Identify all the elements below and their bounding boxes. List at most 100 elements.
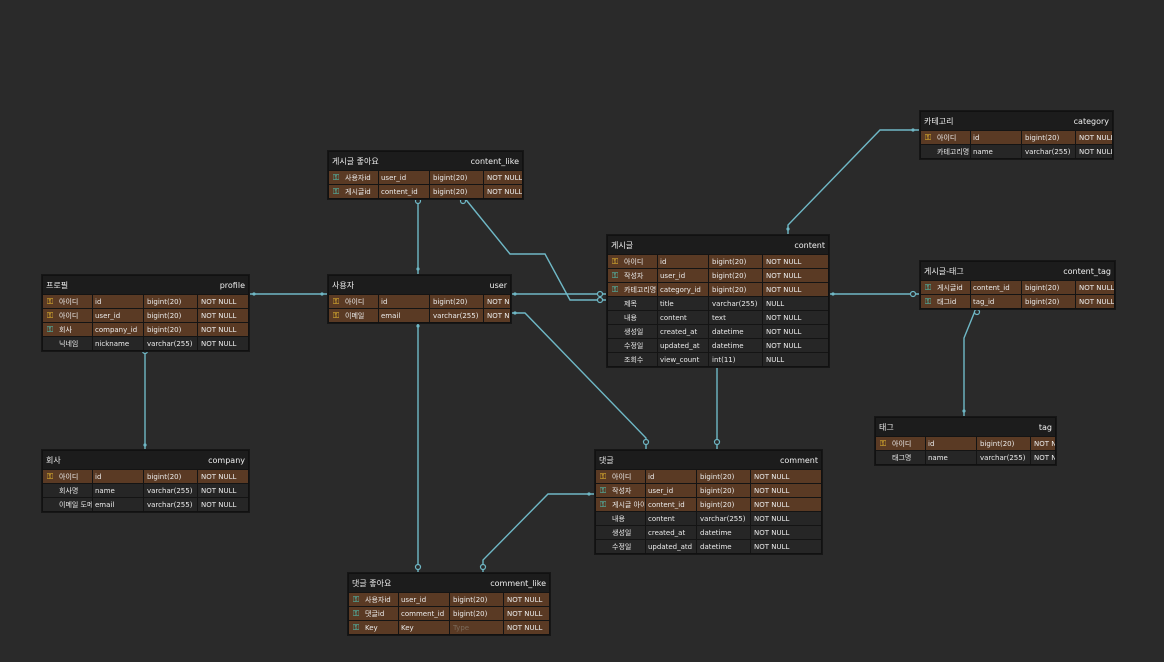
relation-many-marker: [596, 290, 604, 298]
table-row[interactable]: ⚿ 아이디 idbigint(20)NOT NULL: [329, 294, 510, 308]
table-row[interactable]: ⚿ 게시글id content_id bigint(20) NOT NULL: [921, 280, 1114, 294]
table-row[interactable]: 태그명 namevarchar(255)NOT NULL: [876, 450, 1055, 464]
table-header[interactable]: 사용자 user: [329, 276, 510, 294]
table-content_like[interactable]: 게시글 좋아요 content_like ⚿ 사용자id user_id bigint(2…: [328, 151, 523, 199]
column-type: bigint(20): [708, 269, 762, 282]
column-type: varchar(255): [1021, 145, 1075, 158]
primary-key-icon: ⚿: [611, 256, 619, 266]
table-row[interactable]: ⚿ 아이디 user_id bigint(20) NOT NULL: [43, 308, 248, 322]
table-row[interactable]: 회사명 name varchar(255) NOT NULL: [43, 483, 248, 497]
table-category[interactable]: 카테고리 category ⚿ 아이디 id bigint(20) NOT NULL 카테고리…: [920, 111, 1113, 159]
column-type: bigint(20): [1021, 281, 1075, 294]
table-content_tag[interactable]: 게시글-태그 content_tag ⚿ 게시글id content_id bigint(…: [920, 261, 1115, 309]
table-physical-name: user: [489, 280, 507, 290]
column-type: Type: [449, 621, 503, 634]
table-header[interactable]: 회사 company: [43, 451, 248, 469]
table-row[interactable]: ⚿ 작성자 user_id bigint(20) NOT NULL: [596, 483, 821, 497]
table-header[interactable]: 댓글 comment: [596, 451, 821, 469]
table-profile[interactable]: 프로필 profile ⚿ 아이디 id bigint(20) NOT NULL ⚿ 아이디 us…: [42, 275, 249, 351]
table-comment_like[interactable]: 댓글 좋아요 comment_like ⚿ 사용자id user_id bigint(20…: [348, 573, 550, 635]
column-option: NOT NULL: [762, 283, 828, 296]
table-header[interactable]: 태그 tag: [876, 418, 1055, 436]
empty-icon-cell: [596, 512, 610, 525]
column-type: bigint(20): [696, 498, 750, 511]
column-option: NOT NULL: [750, 526, 821, 539]
table-row[interactable]: ⚿ 카테고리명 category_id bigint(20) NOT NULL: [608, 282, 828, 296]
column-logical-name: 회사: [59, 325, 72, 334]
relation-many-marker: [909, 290, 917, 298]
table-row[interactable]: 닉네임 nickname varchar(255) NOT NULL: [43, 336, 248, 350]
table-row[interactable]: 조회수 view_count int(11) NULL: [608, 352, 828, 366]
table-row[interactable]: 수정일 updated_at datetime NOT NULL: [608, 338, 828, 352]
column-option: NOT NULL: [483, 171, 522, 184]
table-row[interactable]: ⚿ 태그id tag_id bigint(20) NOT NULL: [921, 294, 1114, 308]
table-row[interactable]: ⚿ 아이디 idbigint(20)NOT NULL: [876, 436, 1055, 450]
table-row[interactable]: ⚿ 회사 company_id bigint(20) NOT NULL: [43, 322, 248, 336]
table-header[interactable]: 댓글 좋아요 comment_like: [349, 574, 549, 592]
table-comment[interactable]: 댓글 comment ⚿ 아이디 id bigint(20) NOT NULL ⚿ 작성자 use…: [595, 450, 822, 554]
relation-one-marker: [513, 292, 517, 296]
table-row[interactable]: 카테고리명 name varchar(255) NOT NULL: [921, 144, 1112, 158]
column-logical-name: 생성일: [612, 528, 632, 537]
table-row[interactable]: ⚿ 이메일 emailvarchar(255)NOT NULL: [329, 308, 510, 322]
column-option: NOT NULL: [1030, 437, 1055, 450]
table-content[interactable]: 게시글 content ⚿ 아이디 id bigint(20) NOT NULL ⚿ 작성자 us…: [607, 235, 829, 367]
table-header[interactable]: 카테고리 category: [921, 112, 1112, 130]
column-logical-name: 조회수: [624, 355, 644, 364]
edge-category-content[interactable]: [787, 129, 920, 235]
table-header[interactable]: 게시글 content: [608, 236, 828, 254]
table-row[interactable]: ⚿ 댓글id comment_id bigint(20) NOT NULL: [349, 606, 549, 620]
table-row[interactable]: ⚿ Key Key Type NOT NULL: [349, 620, 549, 634]
table-row[interactable]: ⚿ 아이디 idbigint(20)NOT NULL: [608, 254, 828, 268]
primary-key-icon: ⚿: [332, 310, 340, 320]
empty-icon-cell: [608, 353, 622, 366]
table-tag[interactable]: 태그 tag ⚿ 아이디 idbigint(20)NOT NULL 태그명 namevarc…: [875, 417, 1056, 465]
table-row[interactable]: ⚿ 게시글id content_id bigint(20) NOT NULL: [329, 184, 522, 198]
column-type: varchar(255): [976, 451, 1030, 464]
table-row[interactable]: 수정일 updated_atd datetime NOT NULL: [596, 539, 821, 553]
table-row[interactable]: ⚿ 사용자id user_id bigint(20) NOT NULL: [329, 170, 522, 184]
table-row[interactable]: 생성일 created_at datetime NOT NULL: [596, 525, 821, 539]
column-physical-name: user_id: [645, 484, 696, 497]
empty-icon-cell: [596, 540, 610, 553]
column-type: int(11): [708, 353, 762, 366]
column-option: NOT NULL: [762, 269, 828, 282]
table-row[interactable]: ⚿ 아이디 idbigint(20)NOT NULL: [43, 469, 248, 483]
empty-icon-cell: [608, 311, 622, 324]
column-physical-name: tag_id: [970, 295, 1021, 308]
table-row[interactable]: 내용 content varchar(255) NOT NULL: [596, 511, 821, 525]
table-header[interactable]: 게시글 좋아요 content_like: [329, 152, 522, 170]
edge-comment-comment_like[interactable]: [482, 493, 595, 573]
table-logical-name: 댓글: [599, 455, 614, 465]
table-physical-name: comment: [779, 455, 818, 465]
table-header[interactable]: 게시글-태그 content_tag: [921, 262, 1114, 280]
column-logical-name: 태그명: [892, 453, 912, 462]
table-row[interactable]: ⚿ 작성자 user_id bigint(20) NOT NULL: [608, 268, 828, 282]
empty-icon-cell: [43, 484, 57, 497]
table-user[interactable]: 사용자 user ⚿ 아이디 idbigint(20)NOT NULL ⚿ 이메일 email…: [328, 275, 511, 323]
column-option: NULL: [762, 297, 828, 310]
table-row[interactable]: 내용 content text NOT NULL: [608, 310, 828, 324]
table-row[interactable]: 생성일 created_at datetime NOT NULL: [608, 324, 828, 338]
column-physical-name: email: [378, 309, 429, 322]
table-header[interactable]: 프로필 profile: [43, 276, 248, 294]
table-row[interactable]: ⚿ 아이디 idbigint(20)NOT NULL: [43, 294, 248, 308]
column-logical-name: 아이디: [59, 297, 79, 306]
edge-tag-content_tag[interactable]: [963, 305, 978, 417]
table-row[interactable]: 이메일 도메인emailvarchar(255)NOT NULL: [43, 497, 248, 511]
empty-icon-cell: [43, 337, 57, 350]
table-row[interactable]: ⚿ 게시글 아이디content_idbigint(20)NOT NULL: [596, 497, 821, 511]
column-logical-name: 카테고리명: [624, 285, 657, 294]
column-physical-name: user_id: [378, 171, 429, 184]
table-physical-name: company: [208, 455, 245, 465]
table-row[interactable]: ⚿ 사용자id user_id bigint(20) NOT NULL: [349, 592, 549, 606]
column-physical-name: content: [645, 512, 696, 525]
column-physical-name: content_id: [970, 281, 1021, 294]
column-option: NOT NULL: [750, 540, 821, 553]
table-row[interactable]: 제목 title varchar(255) NULL: [608, 296, 828, 310]
relation-one-marker: [911, 128, 915, 132]
table-row[interactable]: ⚿ 아이디 idbigint(20)NOT NULL: [921, 130, 1112, 144]
table-row[interactable]: ⚿ 아이디 idbigint(20)NOT NULL: [596, 469, 821, 483]
column-physical-name: id: [92, 295, 143, 308]
table-company[interactable]: 회사 company ⚿ 아이디 id bigint(20) NOT NULL 회사명 name…: [42, 450, 249, 512]
